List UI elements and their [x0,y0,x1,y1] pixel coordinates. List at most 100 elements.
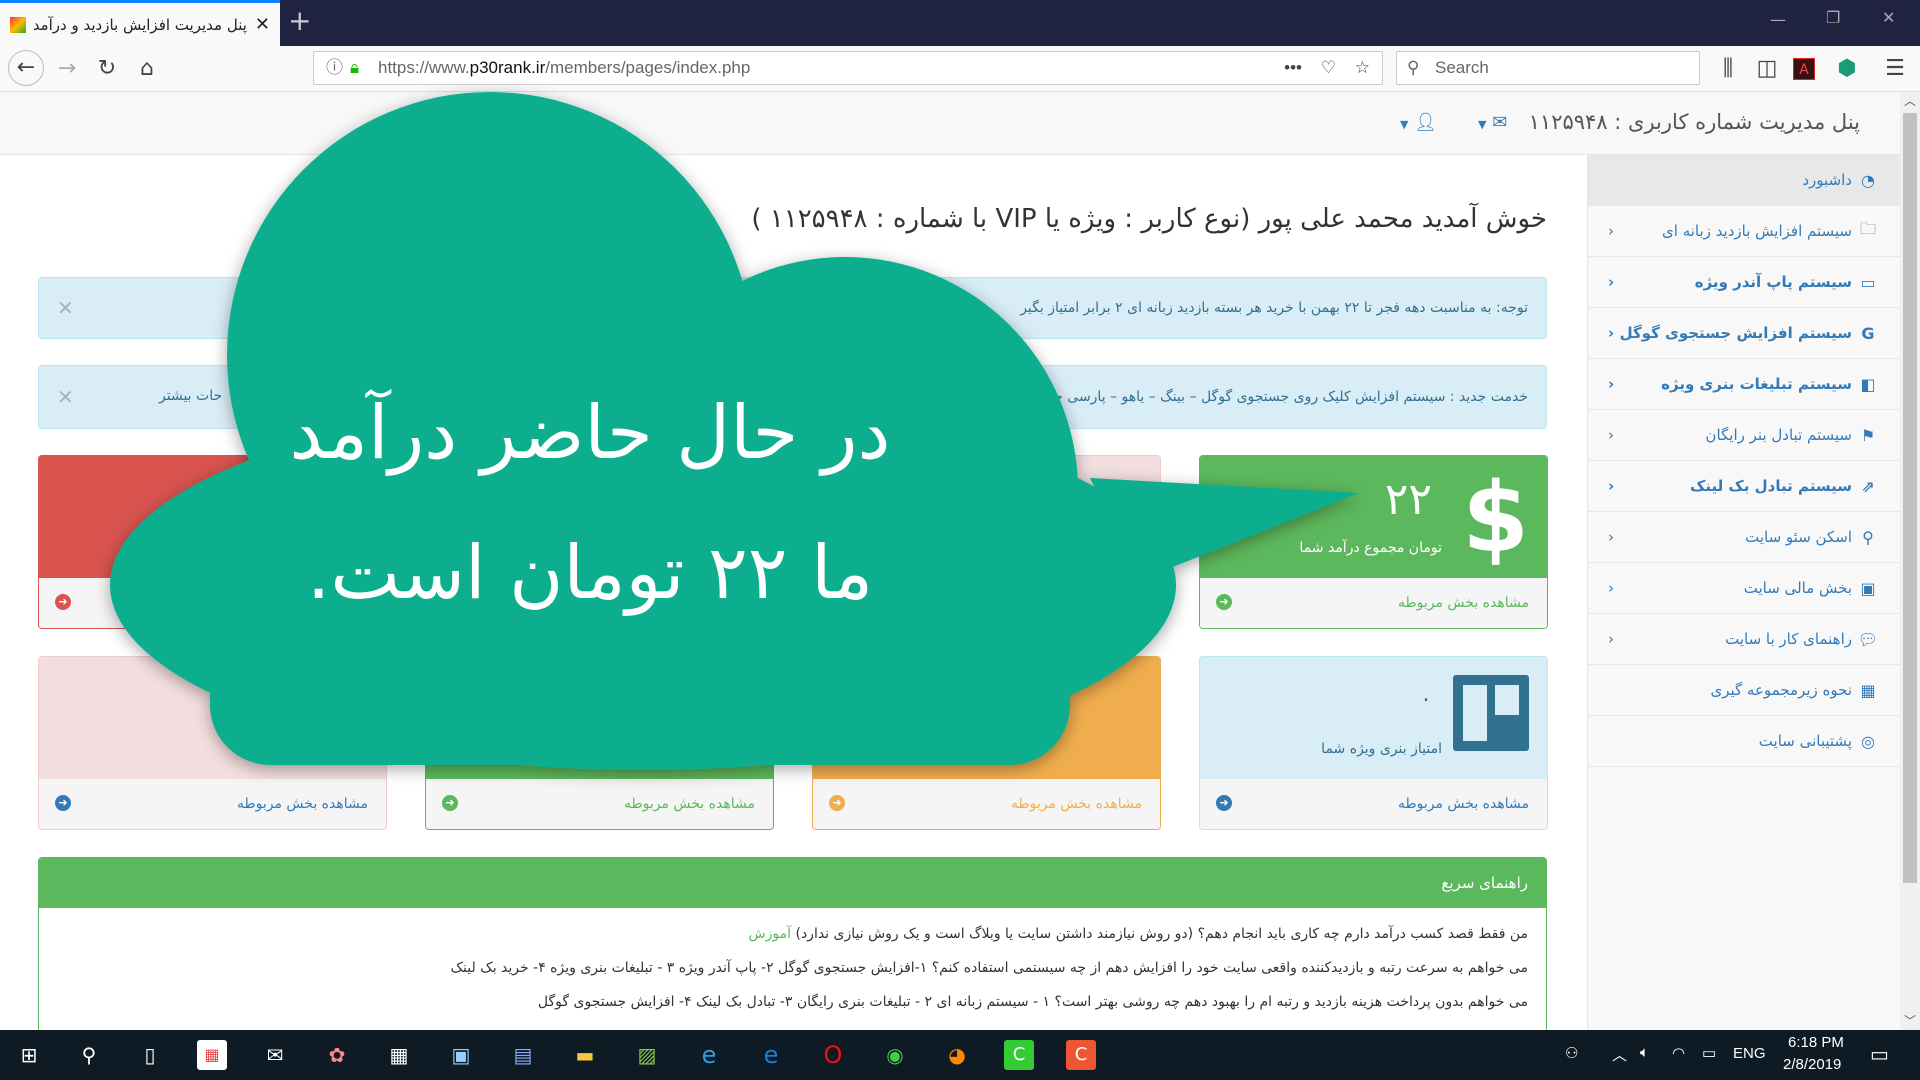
tab-title: پنل مدیریت افزایش بازدید و درآمد [34,15,247,34]
task-view-icon[interactable]: ▯ [135,1040,165,1070]
minimize-button[interactable]: — [1770,10,1786,29]
action-center-icon[interactable]: ▭ [1870,1042,1889,1067]
mail-icon[interactable]: ✉ [260,1040,290,1070]
sidebar-item[interactable]: ◔ داشبورد [1588,155,1900,206]
stat-box: مشاهده بخش مربوطه ➜ [812,656,1161,830]
opera-icon[interactable]: O [818,1040,848,1070]
chevron-left-icon: ‹ [1608,222,1614,240]
sidebar-item[interactable]: 🗀︎ سیستم افزایش بازدید زبانه ای ‹ [1588,206,1900,257]
view-section-link[interactable]: مشاهده بخش مربوطه [1398,796,1529,812]
browser-tab[interactable]: ✕ پنل مدیریت افزایش بازدید و درآمد [0,0,280,46]
scroll-down-arrow[interactable]: ﹀ [1904,1012,1916,1029]
sidebar-item[interactable]: ◧ سیستم تبلیغات بنری ویژه ‹ [1588,359,1900,410]
sidebar-item[interactable]: ▭ سیستم پاپ آندر ویژه ‹ [1588,257,1900,308]
battery-icon[interactable]: ▭ [1702,1044,1716,1062]
page-actions-button[interactable]: ••• [1284,52,1302,84]
file-explorer-icon[interactable]: ▬ [570,1040,600,1070]
calculator-icon[interactable]: ▦ [384,1040,414,1070]
arrow-circle-icon: ➜ [1216,795,1232,811]
stat-value: ۲۲ [1384,474,1432,525]
tab-bar: ✕ پنل مدیریت افزایش بازدید و درآمد + — ❐… [0,0,1920,46]
forward-button[interactable]: → [52,54,82,84]
trello-icon [1453,675,1529,751]
stat-box-body [813,657,1160,779]
url-domain: p30rank.ir [469,58,546,77]
stat-box-footer[interactable]: مشاهده بخش مربوطه ➜ [813,779,1160,829]
shield-extension-icon[interactable]: ⬢ [1832,54,1862,84]
app-icon[interactable]: ✿ [322,1040,352,1070]
view-section-link[interactable]: مشاهده بخش مربوطه [237,796,368,812]
tab-close-icon[interactable]: ✕ [255,14,270,35]
dashboard-icon: ◔ [1861,170,1875,190]
search-taskbar-icon[interactable]: ⚲ [74,1040,104,1070]
firefox-icon[interactable]: ◕ [942,1040,972,1070]
chrome-icon[interactable]: ◉ [880,1040,910,1070]
callout-line-1: در حال حاضر درآمد [289,390,891,476]
language-indicator[interactable]: ENG [1733,1045,1766,1062]
user-dropdown[interactable]: ▼ 👤︎ [1400,112,1437,133]
people-icon[interactable]: ⚇ [1565,1044,1578,1062]
close-icon[interactable]: ✕ [57,296,74,320]
library-icon[interactable]: ⫼ [1713,54,1743,84]
restore-button[interactable]: ❐ [1826,8,1840,27]
new-tab-button[interactable]: + [288,4,311,37]
sidebar-item[interactable]: 💬︎ راهنمای کار با سایت ‹ [1588,614,1900,665]
scroll-up-arrow[interactable]: ︿ [1900,92,1920,109]
stat-box-footer[interactable]: مشاهده بخش مربوطه ➜ [1200,779,1547,829]
network-app-icon[interactable]: ▣ [446,1040,476,1070]
pdf-extension-icon[interactable]: A [1793,58,1815,80]
sidebar-item[interactable]: ◎ پشتیبانی سایت [1588,716,1900,767]
edge-icon[interactable]: e [756,1040,786,1070]
info-icon[interactable]: ⓘ [326,52,343,84]
sidebar-item-label: سیستم تبادل بنر رایگان [1705,426,1852,444]
camtasia-icon[interactable]: C [1004,1040,1034,1070]
image-app-icon[interactable]: ▨ [632,1040,662,1070]
sidebar-item-label: اسکن سئو سایت [1745,528,1852,546]
search-input[interactable]: ⚲ Search [1396,51,1700,85]
stat-box-footer[interactable]: مشاهده بخش مربوطه ➜ [426,779,773,829]
internet-explorer-icon[interactable]: e [694,1040,724,1070]
sidebar-item[interactable]: ▣ بخش مالی سایت ‹ [1588,563,1900,614]
camtasia-recorder-icon[interactable]: C [1066,1040,1096,1070]
store-icon[interactable]: ▦ [197,1040,227,1070]
app-icon[interactable]: ▤ [508,1040,538,1070]
pocket-icon[interactable]: ♡ [1321,52,1336,84]
close-window-button[interactable]: ✕ [1882,8,1895,27]
quick-guide-title: راهنمای سریع [39,858,1546,908]
messages-dropdown[interactable]: ▼ ✉ [1478,112,1507,133]
volume-icon[interactable]: 🔈︎ [1640,1044,1649,1061]
site-favicon-icon [10,16,26,33]
sidebar-item[interactable]: G سیستم افزایش جستجوی گوگل ‹ [1588,308,1900,359]
back-button[interactable]: ← [8,50,44,86]
home-button[interactable]: ⌂ [132,54,162,84]
sidebar-item[interactable]: ⚲ اسکن سئو سایت ‹ [1588,512,1900,563]
sidebar-toggle-icon[interactable]: ◫ [1752,54,1782,84]
chevron-left-icon: ‹ [1608,477,1615,495]
tutorial-link[interactable]: آموزش [749,926,791,942]
close-icon[interactable]: ✕ [57,385,74,409]
scrollbar-thumb[interactable] [1903,113,1917,883]
alert-link[interactable]: حات بیشتر [159,388,222,404]
view-section-link[interactable]: مشاهده بخش مربوطه [1011,796,1142,812]
view-section-link[interactable]: مشاهده بخش مربوطه [1398,595,1529,611]
stat-box-footer[interactable]: مشاهده بخش مربوطه ➜ [39,779,386,829]
show-hidden-icons[interactable]: ︿ [1612,1044,1627,1065]
view-section-link[interactable]: مشاهده بخش مربوطه [624,796,755,812]
chevron-left-icon: ‹ [1608,630,1614,648]
bookmark-star-icon[interactable]: ☆ [1355,52,1370,84]
stat-box-footer[interactable]: مشاهده بخش مربوطه ➜ [1200,578,1547,628]
caret-down-icon: ▼ [1400,118,1409,131]
clock-time[interactable]: 6:18 PM [1788,1034,1844,1051]
clock-date[interactable]: 2/8/2019 [1783,1056,1841,1073]
reload-button[interactable]: ↻ [92,54,122,84]
address-bar[interactable]: ⓘ 🔒︎ https://www.p30rank.ir/members/page… [313,51,1383,85]
sidebar-item[interactable]: ▦ نحوه زیرمجموعه گیری [1588,665,1900,716]
sidebar-item[interactable]: ⚑ سیستم تبادل بنر رایگان ‹ [1588,410,1900,461]
money-icon: ▣ [1860,578,1876,598]
menu-icon[interactable]: ☰ [1880,54,1910,84]
search-placeholder: Search [1435,58,1489,77]
sidebar-item[interactable]: ⇗ سیستم تبادل بک لینک ‹ [1588,461,1900,512]
start-button[interactable]: ⊞ [14,1040,44,1070]
wifi-icon[interactable]: ◠ [1672,1044,1685,1062]
sidebar-item-label: پشتیبانی سایت [1758,732,1852,750]
